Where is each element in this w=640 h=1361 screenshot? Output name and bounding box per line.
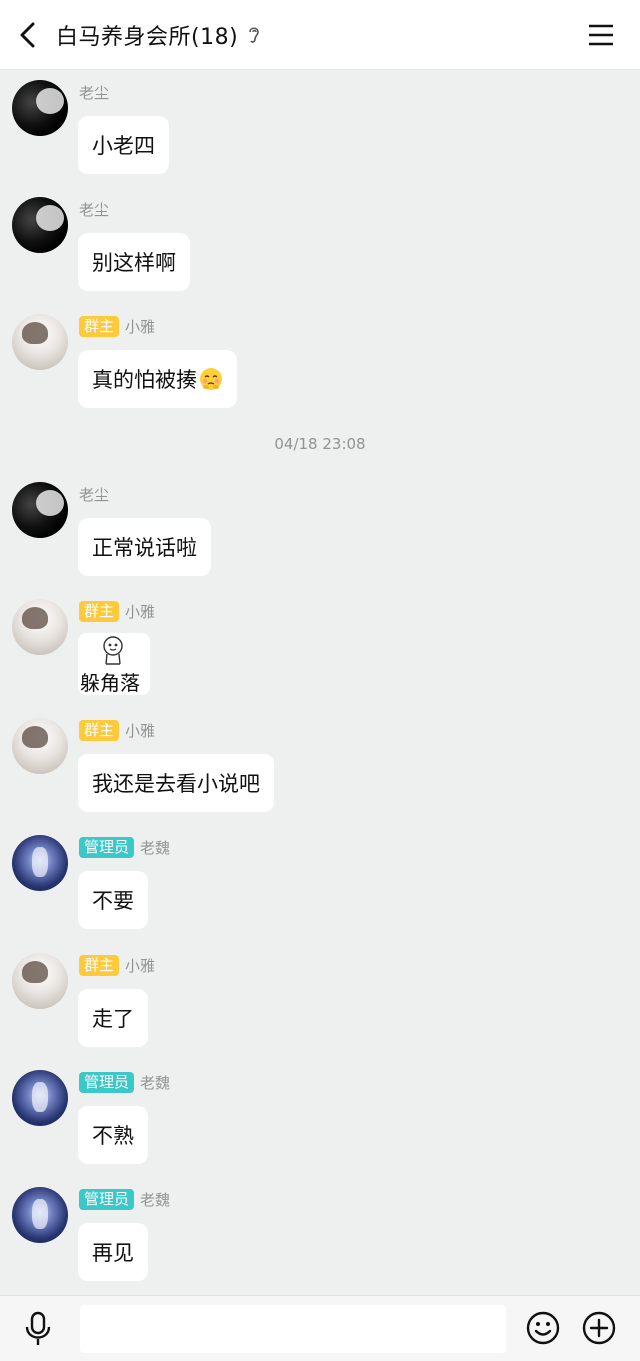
message-bubble[interactable]: 不熟	[78, 1106, 148, 1164]
message-text: 不熟	[92, 1124, 134, 1148]
admin-badge: 管理员	[79, 836, 135, 858]
plus-circle-icon[interactable]	[581, 1310, 617, 1346]
avatar[interactable]	[12, 835, 68, 891]
avatar[interactable]	[12, 314, 68, 370]
owner-badge: 群主	[79, 719, 120, 741]
message-bubble[interactable]: 不要	[78, 871, 148, 929]
message-bubble[interactable]: 我还是去看小说吧	[78, 754, 274, 812]
chat-title: 白马养身会所(18)	[56, 25, 239, 50]
chevron-left-icon[interactable]	[12, 17, 46, 53]
message-text: 不要	[92, 889, 134, 913]
message-text: 真的怕被揍	[92, 368, 197, 392]
sender-name: 老魏	[140, 1073, 171, 1092]
avatar[interactable]	[12, 953, 68, 1009]
sender-name: 小雅	[125, 317, 156, 336]
sender-row: 群主 小雅	[79, 954, 155, 976]
chat-title-area[interactable]: 白马养身会所(18)	[56, 18, 262, 52]
shy-face-emoji	[200, 368, 222, 390]
owner-badge: 群主	[79, 954, 120, 976]
avatar[interactable]	[12, 80, 68, 136]
avatar[interactable]	[12, 1187, 68, 1243]
sender-row: 老尘	[79, 483, 109, 505]
avatar[interactable]	[12, 197, 68, 253]
sender-name: 小雅	[125, 602, 156, 621]
sender-name: 小雅	[125, 721, 156, 740]
message-text: 小老四	[92, 134, 155, 158]
sender-row: 管理员 老魏	[79, 1188, 170, 1210]
ear-icon	[249, 27, 259, 43]
owner-badge: 群主	[79, 315, 120, 337]
sender-name: 老尘	[79, 83, 110, 102]
message-bubble[interactable]: 再见	[78, 1223, 148, 1281]
message-bubble[interactable]: 正常说话啦	[78, 518, 211, 576]
sender-row: 老尘	[79, 198, 109, 220]
owner-badge: 群主	[79, 600, 120, 622]
sender-row: 群主 小雅	[79, 719, 155, 741]
avatar[interactable]	[12, 599, 68, 655]
sticker-figure-icon	[103, 636, 123, 665]
admin-badge: 管理员	[79, 1071, 135, 1093]
sticker-message[interactable]: 躲角落	[78, 633, 150, 695]
avatar[interactable]	[12, 482, 68, 538]
message-input[interactable]	[80, 1305, 506, 1353]
microphone-icon[interactable]	[24, 1311, 52, 1347]
sender-row: 老尘	[79, 81, 109, 103]
message-text: 我还是去看小说吧	[92, 772, 260, 796]
message-bubble[interactable]: 真的怕被揍	[78, 350, 237, 408]
message-bubble[interactable]: 走了	[78, 989, 148, 1047]
sender-name: 老魏	[140, 838, 171, 857]
hamburger-menu-icon[interactable]	[586, 21, 616, 49]
timestamp: 04/18 23:08	[274, 435, 366, 453]
sender-row: 管理员 老魏	[79, 836, 170, 858]
chat-header: 白马养身会所(18)	[0, 0, 640, 70]
message-text: 别这样啊	[92, 251, 176, 275]
admin-badge: 管理员	[79, 1188, 135, 1210]
sticker-caption: 躲角落	[80, 671, 140, 695]
sender-name: 老尘	[79, 485, 110, 504]
sender-row: 群主 小雅	[79, 600, 155, 622]
avatar[interactable]	[12, 1070, 68, 1126]
message-bubble[interactable]: 小老四	[78, 116, 169, 174]
sender-row: 群主 小雅	[79, 315, 155, 337]
input-bar	[0, 1295, 640, 1361]
message-text: 正常说话啦	[92, 536, 197, 560]
message-text: 走了	[92, 1007, 134, 1031]
sender-name: 小雅	[125, 956, 156, 975]
message-bubble[interactable]: 别这样啊	[78, 233, 190, 291]
sender-row: 管理员 老魏	[79, 1071, 170, 1093]
smiley-icon[interactable]	[525, 1310, 561, 1346]
sender-name: 老尘	[79, 200, 110, 219]
message-text: 再见	[92, 1241, 134, 1265]
sender-name: 老魏	[140, 1190, 171, 1209]
avatar[interactable]	[12, 718, 68, 774]
